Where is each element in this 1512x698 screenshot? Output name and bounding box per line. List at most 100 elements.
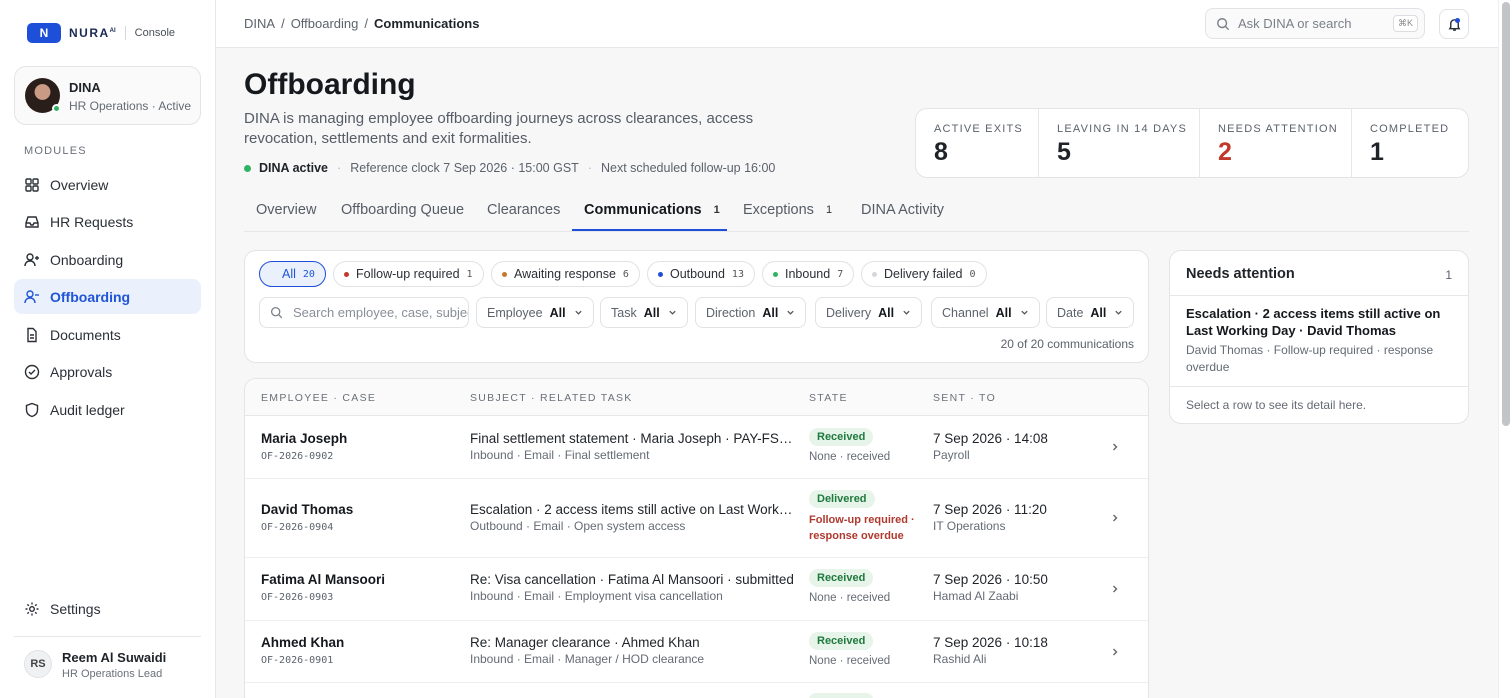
sent-time: 7 Sep 2026 · 10:18 — [933, 635, 1048, 650]
table-row[interactable]: Maria Joseph OF-2026-0902 Final settleme… — [245, 416, 1148, 479]
breadcrumb-item[interactable]: DINA — [244, 16, 275, 31]
sidebar-item-label: Overview — [50, 176, 109, 193]
tab-overview[interactable]: Overview — [256, 202, 316, 218]
sidebar-item-approvals[interactable]: Approvals — [14, 354, 201, 389]
table-row[interactable]: Fatima Al Mansoori OF-2026-0903 Re: Visa… — [245, 558, 1148, 621]
sidebar-item-documents[interactable]: Documents — [14, 317, 201, 352]
sidebar-item-onboarding[interactable]: Onboarding — [14, 242, 201, 277]
chevron-down-icon — [787, 310, 794, 315]
tab-label: Overview — [256, 202, 317, 218]
status-badge: Received — [809, 428, 874, 446]
dropdown-value: All — [878, 305, 895, 320]
status-dot — [502, 271, 507, 277]
brand-logo[interactable]: N NURAAI Console — [27, 22, 175, 44]
breadcrumb: DINA / Offboarding / Communications — [244, 16, 479, 31]
communications-search-input[interactable]: Search employee, case, subject — [259, 297, 469, 328]
grid-icon — [25, 177, 39, 192]
tab-label: Exceptions — [743, 202, 814, 218]
filter-chip-outbound[interactable]: Outbound 13 — [647, 261, 755, 287]
kpi-completed: COMPLETED 1 — [1352, 109, 1468, 177]
sent-time: 7 Sep 2026 · 11:20 — [933, 502, 1047, 517]
state-detail: None · received — [809, 451, 891, 463]
kpi-summary: ACTIVE EXITS 8 LEAVING IN 14 DAYS 5 NEED… — [915, 108, 1469, 178]
scrollbar-thumb[interactable] — [1502, 2, 1510, 426]
chevron-down-icon — [1115, 310, 1123, 315]
sidebar-item-settings[interactable]: Settings — [14, 591, 201, 626]
subject: Re: Manager clearance · Ahmed Khan — [470, 635, 700, 650]
brand-product: Console — [134, 27, 176, 39]
sent-time: 7 Sep 2026 · 10:50 — [933, 572, 1048, 587]
filter-chip-follow-up-required[interactable]: Follow-up required 1 — [333, 261, 484, 287]
attention-item-title[interactable]: Escalation · 2 access items still active… — [1186, 305, 1454, 339]
tab-offboarding-queue[interactable]: Offboarding Queue — [341, 202, 464, 218]
tab-clearances[interactable]: Clearances — [487, 202, 560, 218]
agent-status: DINA active — [259, 161, 329, 175]
status-dot — [872, 271, 877, 277]
follow-up-alert: Follow-up required · response overdue — [809, 514, 915, 542]
tab-dina-activity[interactable]: DINA Activity — [861, 202, 944, 218]
column-header[interactable]: SENT · TO — [933, 392, 996, 404]
filter-chip-all[interactable]: All 20 — [259, 261, 326, 287]
notifications-button[interactable] — [1439, 9, 1469, 39]
chevron-right-icon — [1113, 514, 1118, 522]
attention-item-meta: David Thomas · Follow-up required · resp… — [1186, 343, 1434, 374]
dropdown-label: Task — [611, 305, 637, 320]
column-header[interactable]: EMPLOYEE · CASE — [261, 392, 376, 404]
brand-divider — [124, 26, 126, 40]
user-avatar[interactable]: RS — [24, 650, 52, 678]
dropdown-value: All — [643, 305, 660, 320]
sent-cell: 7 Sep 2026 · 10:50 Hamad Al Zaabi — [933, 572, 1048, 603]
related-task: Inbound · Email · Employment visa cancel… — [470, 589, 723, 603]
task-filter-dropdown[interactable]: Task All — [600, 297, 688, 328]
detail-hint: Select a row to see its detail here. — [1186, 398, 1367, 412]
table-row[interactable]: Ahmed Khan OF-2026-0901 Re: Manager clea… — [245, 621, 1148, 683]
agent-name: DINA — [69, 80, 101, 95]
dropdown-value: All — [995, 305, 1012, 320]
sidebar: N NURAAI Console DINA HR Operations · Ac… — [0, 0, 216, 698]
tab-communications[interactable]: Communications 1 — [584, 202, 720, 218]
delivery-filter-dropdown[interactable]: Delivery All — [815, 297, 923, 328]
column-header[interactable]: SUBJECT · RELATED TASK — [470, 392, 633, 404]
recipient: Payroll — [933, 448, 970, 462]
table-row[interactable] — [245, 683, 1148, 698]
tab-exceptions[interactable]: Exceptions 1 — [743, 202, 832, 218]
channel-filter-dropdown[interactable]: Channel All — [931, 297, 1040, 328]
global-search-input[interactable]: Ask DINA or search ⌘K — [1205, 8, 1425, 39]
chevron-right-icon — [1113, 443, 1118, 451]
page-scrollbar[interactable] — [1498, 0, 1512, 698]
agent-card[interactable]: DINA HR Operations · Active — [14, 66, 201, 125]
sidebar-item-offboarding[interactable]: Offboarding — [14, 279, 201, 314]
dropdown-label: Direction — [706, 305, 756, 320]
user-name: Reem Al Suwaidi — [62, 650, 167, 665]
date-filter-dropdown[interactable]: Date All — [1046, 297, 1135, 328]
breadcrumb-item[interactable]: Offboarding — [291, 16, 359, 31]
sent-cell: 7 Sep 2026 · 10:18 Rashid Ali — [933, 635, 1048, 666]
sidebar-item-overview[interactable]: Overview — [14, 167, 201, 202]
chip-count: 20 — [302, 268, 315, 280]
tab-label: Clearances — [487, 202, 561, 218]
employee-name: Maria Joseph — [261, 431, 348, 446]
kpi-label: ACTIVE EXITS — [934, 123, 1023, 135]
communications-table: EMPLOYEE · CASE SUBJECT · RELATED TASK S… — [244, 378, 1149, 698]
status-badge: Received — [809, 632, 874, 650]
employee-filter-dropdown[interactable]: Employee All — [476, 297, 594, 328]
sidebar-item-hr-requests[interactable]: HR Requests — [14, 204, 201, 239]
status-dot — [773, 271, 778, 277]
user-role: HR Operations Lead — [62, 668, 163, 680]
column-header[interactable]: STATE — [809, 392, 848, 404]
dropdown-label: Channel — [942, 305, 989, 320]
dropdown-value: All — [549, 305, 566, 320]
direction-filter-dropdown[interactable]: Direction All — [695, 297, 807, 328]
chip-count: 1 — [466, 268, 473, 280]
filter-chip-awaiting-response[interactable]: Awaiting response 6 — [491, 261, 640, 287]
page-title: Offboarding — [244, 68, 416, 101]
kpi-value: 2 — [1218, 138, 1232, 166]
table-row[interactable]: David Thomas OF-2026-0904 Escalation · 2… — [245, 479, 1148, 558]
filter-chip-delivery-failed[interactable]: Delivery failed 0 — [861, 261, 987, 287]
status-dot — [658, 271, 663, 277]
dropdown-label: Delivery — [826, 305, 872, 320]
sidebar-item-audit-ledger[interactable]: Audit ledger — [14, 392, 201, 427]
filter-chip-inbound[interactable]: Inbound 7 — [762, 261, 855, 287]
reference-clock: Reference clock 7 Sep 2026 · 15:00 GST — [350, 161, 579, 175]
sidebar-item-label: Onboarding — [50, 251, 124, 268]
